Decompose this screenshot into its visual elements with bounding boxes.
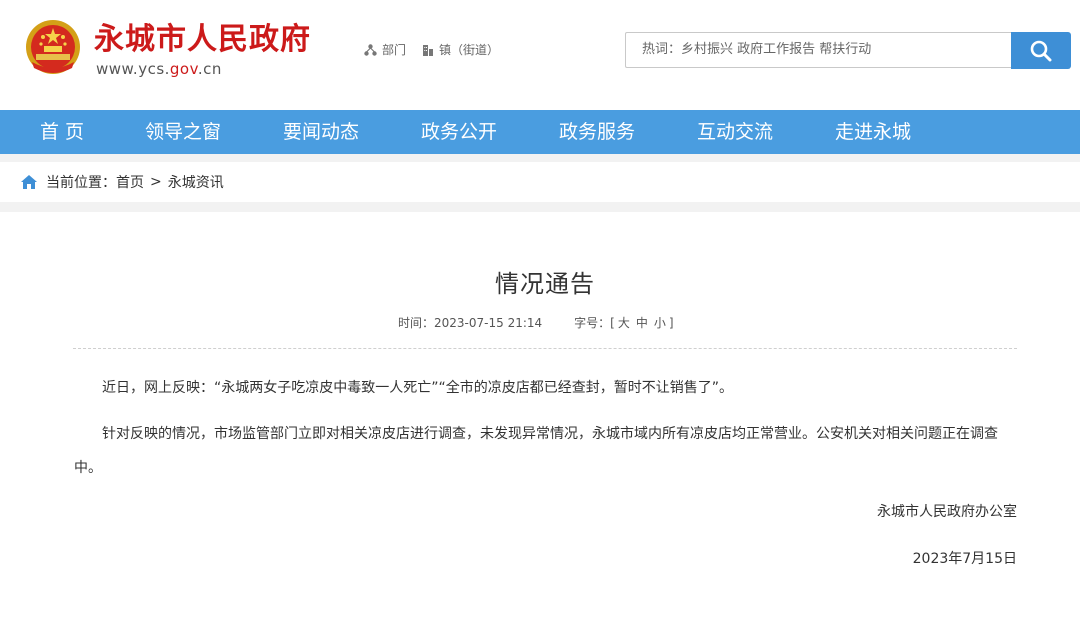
nav-item-home[interactable]: 首 页 <box>40 110 84 154</box>
font-bracket-close: ] <box>668 316 674 330</box>
dept-link[interactable]: 部门 <box>364 41 406 58</box>
publish-time: 2023-07-15 21:14 <box>434 316 543 330</box>
org-chart-icon <box>364 43 377 56</box>
quick-links: 部门 镇（街道） <box>364 41 515 58</box>
article-meta: 时间：2023-07-15 21:14 字号：[大中小] <box>398 314 674 331</box>
site-url-prefix: www.ycs. <box>96 60 170 78</box>
search-icon <box>1030 40 1052 61</box>
font-size-label: 字号： <box>574 316 611 330</box>
font-large-button[interactable]: 大 <box>618 316 630 330</box>
site-header: 永城市人民政府 www.ycs.gov.cn 部门 镇（街道） 热词：乡村振兴 … <box>0 0 1080 110</box>
nav-item-gov-services[interactable]: 政务服务 <box>559 110 635 154</box>
breadcrumb-separator: > <box>150 174 162 190</box>
home-icon <box>21 175 37 189</box>
breadcrumb-label: 当前位置： <box>46 175 116 191</box>
town-link-label: 镇（街道） <box>439 43 500 57</box>
search-input[interactable]: 热词：乡村振兴 政府工作报告 帮扶行动 <box>625 32 1011 68</box>
font-bracket-open: [ <box>610 316 615 330</box>
dept-link-label: 部门 <box>382 43 407 57</box>
article-paragraph: 近日，网上反映：“永城两女子吃凉皮中毒致一人死亡”“全市的凉皮店都已经查封，暂时… <box>102 380 734 396</box>
article-paragraph: 针对反映的情况，市场监管部门立即对相关凉皮店进行调查，未发现异常情况，永城市域内… <box>74 426 998 476</box>
site-url-gov: gov <box>169 60 198 78</box>
breadcrumb: 当前位置： 首页 > 永城资讯 <box>0 162 1080 202</box>
nav-item-about-city[interactable]: 走进永城 <box>835 110 911 154</box>
nav-item-news[interactable]: 要闻动态 <box>283 110 359 154</box>
search-button[interactable] <box>1011 32 1071 69</box>
site-url-suffix: .cn <box>197 60 222 78</box>
divider <box>73 348 1017 349</box>
building-icon <box>423 44 434 56</box>
article-panel: 情况通告 时间：2023-07-15 21:14 字号：[大中小] 近日，网上反映… <box>0 212 1080 618</box>
nav-item-gov-affairs[interactable]: 政务公开 <box>421 110 497 154</box>
breadcrumb-current-link[interactable]: 永城资讯 <box>168 172 224 192</box>
article-title: 情况通告 <box>495 270 595 298</box>
nav-item-leaders[interactable]: 领导之窗 <box>145 110 221 154</box>
article-signature: 永城市人民政府办公室 <box>877 504 1017 520</box>
site-url: www.ycs.gov.cn <box>96 60 222 78</box>
font-small-button[interactable]: 小 <box>654 316 666 330</box>
town-link[interactable]: 镇（街道） <box>422 41 499 58</box>
main-nav: 首 页 领导之窗 要闻动态 政务公开 政务服务 互动交流 走进永城 <box>0 110 1080 154</box>
site-name[interactable]: 永城市人民政府 <box>94 22 311 58</box>
national-emblem-icon[interactable] <box>24 18 82 76</box>
font-medium-button[interactable]: 中 <box>636 316 648 330</box>
article-date: 2023年7月15日 <box>912 551 1017 567</box>
breadcrumb-home-link[interactable]: 首页 <box>116 172 144 192</box>
nav-item-interaction[interactable]: 互动交流 <box>697 110 773 154</box>
time-label: 时间： <box>398 316 435 330</box>
